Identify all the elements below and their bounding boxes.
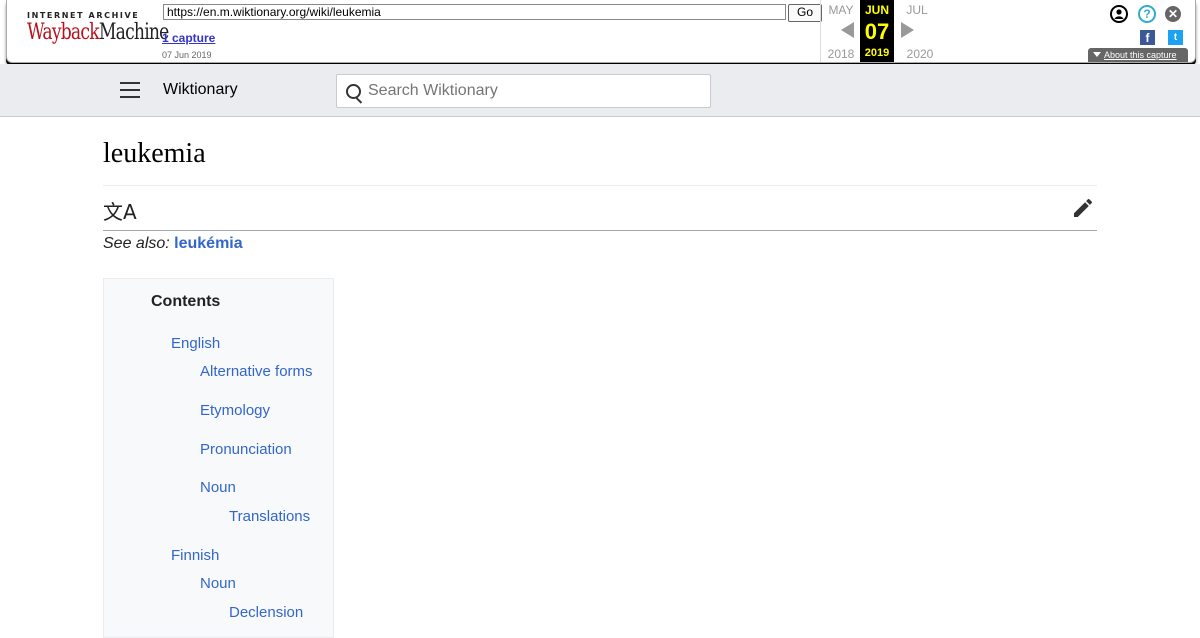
user-icon[interactable] xyxy=(1110,5,1128,23)
page-actions: 文A xyxy=(103,186,1097,231)
search-box[interactable] xyxy=(336,74,711,108)
wayback-toolbar: INTERNET ARCHIVE WaybackMachine Go 1 cap… xyxy=(6,0,1196,63)
next-year[interactable]: 2020 xyxy=(902,47,938,61)
wayback-logo[interactable]: INTERNET ARCHIVE WaybackMachine xyxy=(27,10,169,50)
search-input[interactable] xyxy=(368,75,698,107)
language-icon[interactable]: 文A xyxy=(103,196,137,225)
toc-item-translations[interactable]: Translations xyxy=(229,508,310,525)
toc-item-etymology[interactable]: Etymology xyxy=(200,402,270,419)
toc-item-noun[interactable]: Noun xyxy=(200,479,236,496)
toc-item-declension[interactable]: Declension xyxy=(229,604,303,621)
toc-item-finnish[interactable]: Finnish xyxy=(171,547,219,564)
page-title: leukemia xyxy=(103,138,206,169)
see-also-link[interactable]: leukémia xyxy=(174,235,242,252)
next-month[interactable]: JUL xyxy=(899,3,935,17)
about-capture-label: About this capture xyxy=(1104,50,1177,60)
about-capture-button[interactable]: About this capture xyxy=(1088,48,1188,62)
toc-item-pronunciation[interactable]: Pronunciation xyxy=(200,441,292,458)
capture-calendar: MAY 2018 JUN 07 2019 JUL 2020 xyxy=(820,0,933,62)
current-day: 07 xyxy=(864,19,890,44)
prev-capture-arrow-icon[interactable] xyxy=(841,22,854,38)
go-button[interactable]: Go xyxy=(788,4,822,22)
see-also-prefix: See also: xyxy=(103,235,175,252)
search-icon xyxy=(346,84,361,99)
logo-wayback-machine: WaybackMachine xyxy=(27,20,169,45)
site-header: Wiktionary xyxy=(0,64,1200,117)
toc-item-english[interactable]: English xyxy=(171,335,220,352)
help-icon[interactable]: ? xyxy=(1138,5,1156,23)
toc-title: Contents xyxy=(151,293,221,310)
wayback-url-input[interactable] xyxy=(163,4,786,20)
prev-year[interactable]: 2018 xyxy=(823,47,859,61)
triangle-down-icon xyxy=(1093,52,1101,57)
current-month: JUN xyxy=(864,3,889,17)
facebook-icon[interactable]: f xyxy=(1140,30,1155,45)
next-capture-arrow-icon[interactable] xyxy=(901,22,914,38)
captures-link[interactable]: 1 capture xyxy=(162,31,215,45)
toc-item-alternative-forms[interactable]: Alternative forms xyxy=(200,363,313,380)
current-year: 2019 xyxy=(864,47,890,59)
site-name[interactable]: Wiktionary xyxy=(163,81,238,99)
current-capture: JUN 07 2019 xyxy=(860,0,894,62)
twitter-icon[interactable]: t xyxy=(1168,30,1183,45)
table-of-contents: Contents English Alternative forms Etymo… xyxy=(103,278,334,638)
logo-internet-archive: INTERNET ARCHIVE xyxy=(27,11,140,20)
pencil-edit-icon[interactable] xyxy=(1071,196,1095,220)
capture-date: 07 Jun 2019 xyxy=(162,50,212,60)
toc-item-finnish-noun[interactable]: Noun xyxy=(200,575,236,592)
hamburger-menu-icon[interactable] xyxy=(120,82,140,98)
see-also: See also: leukémia xyxy=(103,235,243,253)
prev-month[interactable]: MAY xyxy=(823,3,859,17)
close-icon[interactable]: ✕ xyxy=(1165,6,1181,22)
